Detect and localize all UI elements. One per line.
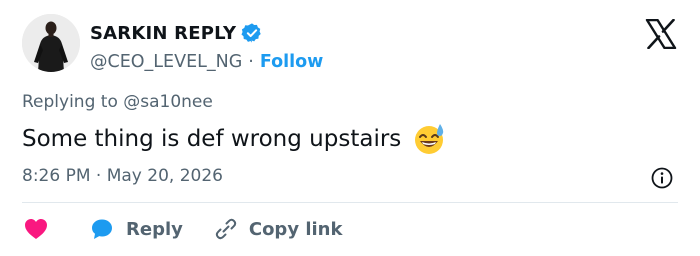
tweet-body: Some thing is def wrong upstairs (22, 122, 447, 156)
author-handle[interactable]: @CEO_LEVEL_NG (90, 52, 242, 72)
tweet-timestamp[interactable]: 8:26 PM · May 20, 2026 (22, 166, 223, 186)
reply-label: Reply (126, 218, 183, 240)
link-icon (215, 218, 237, 240)
verified-badge-icon (241, 23, 261, 43)
tweet-text: Some thing is def wrong upstairs (22, 126, 402, 152)
divider (22, 202, 678, 203)
like-button[interactable] (24, 218, 48, 240)
author-info: SARKIN REPLY @CEO_LEVEL_NG · Follow (90, 20, 323, 75)
reply-button[interactable]: Reply (48, 217, 183, 241)
copy-link-button[interactable]: Copy link (183, 216, 343, 242)
author-display-name[interactable]: SARKIN REPLY (90, 23, 236, 44)
grinning-face-with-sweat-icon (415, 124, 444, 154)
author-avatar[interactable] (22, 14, 80, 72)
separator-dot: · (248, 52, 254, 72)
action-bar: Reply Copy link (24, 214, 342, 244)
follow-button[interactable]: Follow (260, 52, 323, 72)
info-icon[interactable] (650, 166, 674, 190)
replying-to[interactable]: Replying to @sa10nee (22, 92, 213, 112)
x-logo-icon[interactable] (645, 19, 677, 49)
reply-bubble-icon (92, 219, 112, 239)
copy-link-label: Copy link (248, 218, 343, 240)
